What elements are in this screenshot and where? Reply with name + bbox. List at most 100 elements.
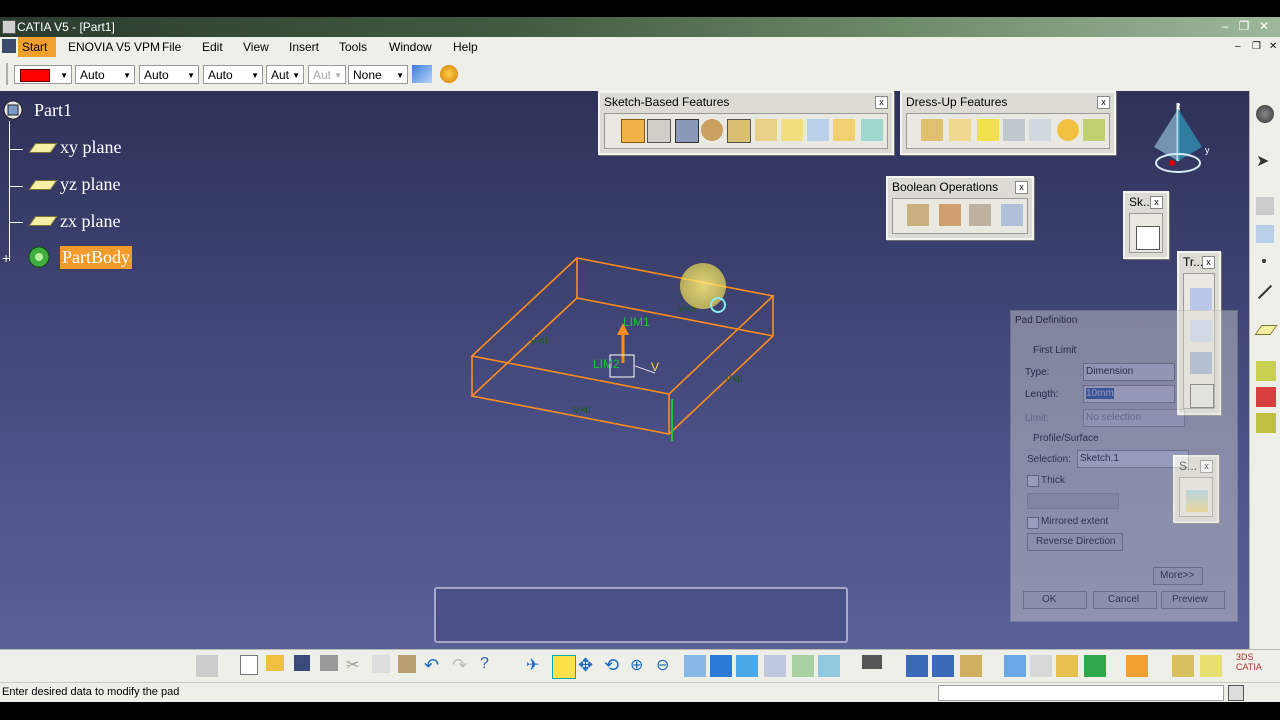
power-input-icon[interactable] — [1228, 685, 1244, 701]
close-icon[interactable]: x — [1202, 256, 1215, 269]
sweep-icon[interactable] — [1256, 361, 1276, 381]
expand-icon[interactable]: + — [2, 251, 16, 265]
catalog-icon[interactable] — [1172, 655, 1194, 677]
menu-help[interactable]: Help — [453, 40, 478, 54]
tree-item-xy-plane[interactable]: xy plane — [60, 137, 121, 158]
cancel-button[interactable]: Cancel — [1093, 591, 1157, 609]
save-icon[interactable] — [294, 655, 310, 671]
line-icon[interactable] — [1257, 284, 1273, 300]
paint-brush-icon[interactable] — [412, 65, 432, 83]
menu-edit[interactable]: Edit — [202, 40, 223, 54]
intersect-icon[interactable] — [969, 204, 991, 226]
thickness-combo[interactable]: Auto ▼ — [139, 65, 199, 84]
transparency-combo[interactable]: Aut ▼ — [308, 65, 346, 84]
ok-button[interactable]: OK — [1023, 591, 1087, 609]
color-combo[interactable]: ▼ — [14, 65, 72, 84]
3d-viewport[interactable]: Part1 xy plane yz plane zx plane + PartB… — [0, 91, 1249, 649]
minimize-button[interactable]: – — [1217, 19, 1233, 34]
pad-preview-wireframe[interactable] — [460, 251, 790, 451]
rib-icon[interactable] — [755, 119, 777, 141]
add-icon[interactable] — [939, 204, 961, 226]
translation-icon[interactable] — [1190, 288, 1212, 310]
tree-item-yz-plane[interactable]: yz plane — [60, 174, 120, 195]
limit-field[interactable]: No selection — [1083, 409, 1185, 427]
point-icon[interactable] — [1262, 259, 1266, 263]
loft-icon[interactable] — [833, 119, 855, 141]
normal-view-icon[interactable] — [684, 655, 706, 677]
sketch-based-features-toolbar[interactable]: Sketch-Based Features x — [598, 91, 894, 155]
sketch-icon[interactable] — [1136, 226, 1160, 250]
zoom-out-icon[interactable]: ⊖ — [656, 655, 678, 677]
boolean-operations-toolbar[interactable]: Boolean Operations x — [886, 176, 1034, 240]
menu-view[interactable]: View — [243, 40, 269, 54]
print-icon[interactable] — [320, 655, 338, 671]
close-icon[interactable]: x — [1097, 96, 1110, 109]
measure-item-icon[interactable] — [932, 655, 954, 677]
groove-icon[interactable] — [701, 119, 723, 141]
pan-icon[interactable]: ✥ — [578, 655, 600, 677]
point-combo[interactable]: Auto ▼ — [203, 65, 263, 84]
pocket-icon[interactable] — [647, 119, 671, 143]
multi-view-icon[interactable] — [710, 655, 732, 677]
measure-inertia-icon[interactable] — [960, 655, 982, 677]
remove-face-icon[interactable] — [1083, 119, 1105, 141]
close-icon[interactable]: x — [1150, 196, 1163, 209]
thread-icon[interactable] — [1057, 119, 1079, 141]
menu-tools[interactable]: Tools — [339, 40, 367, 54]
measure-between-icon[interactable] — [906, 655, 928, 677]
fit-all-icon[interactable] — [552, 655, 576, 679]
close-surface-icon[interactable] — [1256, 413, 1276, 433]
new-icon[interactable] — [240, 655, 258, 675]
restore-button[interactable]: ❐ — [1236, 19, 1252, 34]
plane-icon[interactable] — [1254, 325, 1278, 335]
remove-loft-icon[interactable] — [861, 119, 883, 141]
assembly-icon[interactable] — [1256, 225, 1274, 243]
doc-close-icon[interactable]: ✕ — [1269, 41, 1277, 52]
menu-start[interactable]: Start — [22, 40, 47, 54]
instantiate-icon[interactable] — [1200, 655, 1222, 677]
length-input[interactable]: 10mm — [1083, 385, 1175, 403]
thick-checkbox[interactable] — [1027, 475, 1039, 487]
compass[interactable] — [1148, 103, 1218, 183]
swap-visible-space-icon[interactable] — [818, 655, 840, 677]
chamfer-icon[interactable] — [949, 119, 971, 141]
type-dropdown[interactable]: Dimension — [1083, 363, 1175, 381]
layer-combo[interactable]: Aut ▼ — [266, 65, 304, 84]
filter-combo[interactable]: None ▼ — [348, 65, 408, 84]
stiffener-icon[interactable] — [807, 119, 829, 141]
hole-icon[interactable] — [727, 119, 751, 143]
paste-icon[interactable] — [398, 655, 416, 673]
thick-surface-icon[interactable] — [1256, 387, 1276, 407]
linetype-combo[interactable]: Auto ▼ — [75, 65, 135, 84]
capture-icon[interactable] — [862, 655, 882, 669]
iso-view-icon[interactable] — [736, 655, 758, 677]
gear-icon[interactable] — [1256, 105, 1274, 123]
mirrored-extent-checkbox[interactable] — [1027, 517, 1039, 529]
doc-restore-icon[interactable]: ❐ — [1252, 41, 1261, 52]
sketcher-toolbar[interactable]: Sk... x — [1123, 191, 1169, 259]
more-button[interactable]: More>> — [1153, 567, 1203, 585]
graphic-properties-icon[interactable] — [440, 65, 458, 83]
dress-up-features-toolbar[interactable]: Dress-Up Features x — [900, 91, 1116, 155]
slot-icon[interactable] — [781, 119, 803, 141]
select-arrow-icon[interactable]: ➤ — [1256, 151, 1274, 170]
draft-icon[interactable] — [977, 119, 999, 141]
apply-material-icon[interactable] — [1004, 655, 1026, 677]
fillet-icon[interactable] — [921, 119, 943, 141]
close-icon[interactable]: x — [1015, 181, 1028, 194]
assemble-icon[interactable] — [907, 204, 929, 226]
help-icon[interactable]: ? — [480, 655, 502, 677]
reverse-direction-button[interactable]: Reverse Direction — [1027, 533, 1123, 551]
formula-icon[interactable] — [1030, 655, 1052, 677]
sketcher-icon[interactable] — [1256, 197, 1274, 215]
render-style-icon[interactable] — [764, 655, 786, 677]
hide-show-icon[interactable] — [792, 655, 814, 677]
menu-insert[interactable]: Insert — [289, 40, 319, 54]
cut-icon[interactable]: ✂ — [346, 655, 368, 677]
remove-lump-icon[interactable] — [1001, 204, 1023, 226]
document-icon[interactable] — [2, 39, 16, 53]
tree-item-zx-plane[interactable]: zx plane — [60, 211, 120, 232]
update-icon[interactable] — [1126, 655, 1148, 677]
shaft-icon[interactable] — [675, 119, 699, 143]
knowledge-icon[interactable] — [1084, 655, 1106, 677]
